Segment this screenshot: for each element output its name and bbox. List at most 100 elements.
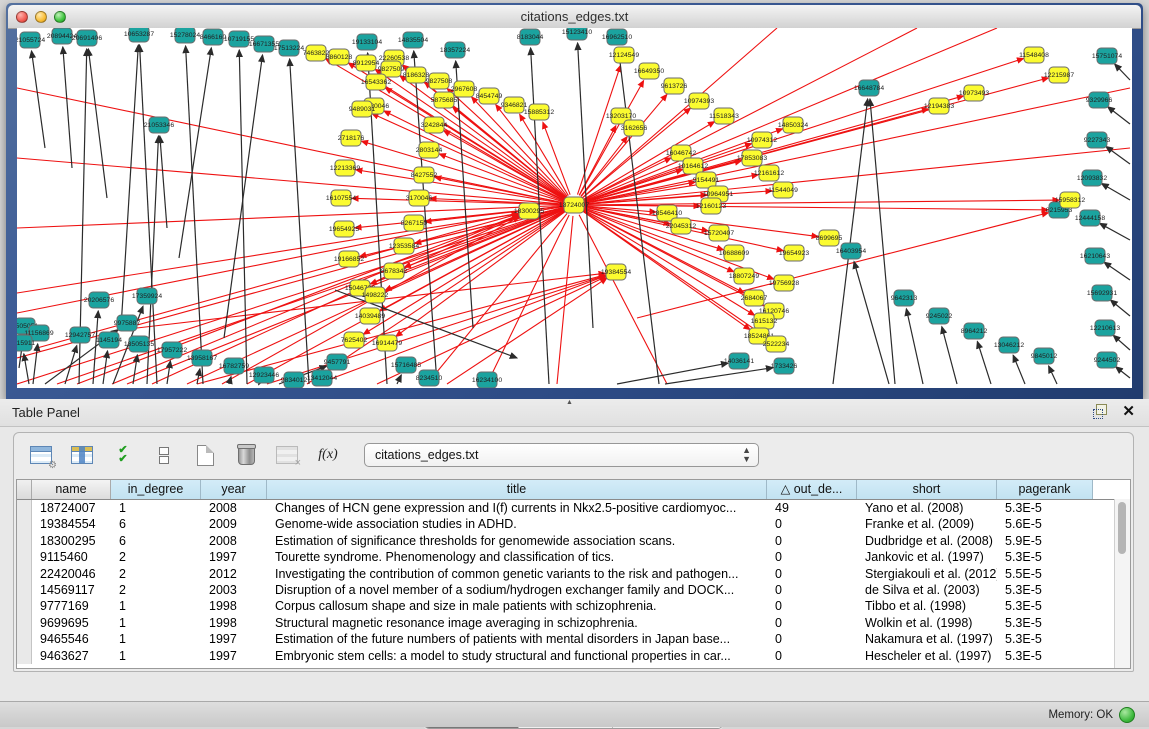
column-header-pagerank[interactable]: pagerank [997, 480, 1093, 499]
select-columns-icon[interactable] [69, 442, 95, 468]
graph-node[interactable]: 12215987 [1044, 67, 1074, 83]
cell-year[interactable]: 2008 [201, 500, 267, 516]
cell-title[interactable]: Estimation of significance thresholds fo… [267, 533, 767, 549]
graph-edge[interactable] [17, 207, 563, 293]
graph-node[interactable]: 21053346 [144, 117, 174, 133]
table-row[interactable]: 911546021997Tourette syndrome. Phenomeno… [17, 549, 1130, 565]
cell-pagerank[interactable]: 5.5E-5 [997, 566, 1093, 582]
cell-name[interactable]: 19384554 [32, 516, 111, 532]
graph-node[interactable]: 7463822 [303, 45, 330, 61]
graph-edge[interactable] [17, 88, 563, 203]
graph-node[interactable]: 15278024 [170, 28, 200, 43]
graph-edge[interactable] [1108, 107, 1130, 124]
graph-edge[interactable] [456, 61, 473, 328]
graph-node[interactable]: 5875685 [431, 92, 458, 108]
graph-node[interactable]: 12353584 [389, 238, 419, 254]
graph-edge[interactable] [1049, 366, 1057, 384]
cell-out_degree[interactable]: 0 [767, 598, 857, 614]
graph-edge[interactable] [439, 154, 563, 201]
cell-pagerank[interactable]: 5.3E-5 [997, 598, 1093, 614]
graph-node[interactable]: 15123410 [562, 28, 592, 40]
new-table-icon[interactable] [192, 442, 218, 468]
graph-node[interactable]: 9845012 [1031, 348, 1058, 364]
graph-node[interactable]: 8186328 [403, 67, 430, 83]
graph-node[interactable]: 18357224 [440, 42, 470, 58]
graph-node[interactable]: 16648784 [854, 80, 884, 96]
graph-node[interactable]: 19133104 [352, 34, 382, 50]
graph-edge[interactable] [870, 99, 895, 384]
network-view[interactable]: 2105572420894424206914061065328715278024… [17, 28, 1132, 388]
cell-short[interactable]: Wolkin et al. (1998) [857, 615, 997, 631]
cell-out_degree[interactable]: 0 [767, 549, 857, 565]
cell-name[interactable]: 18300295 [32, 533, 111, 549]
cell-pagerank[interactable]: 5.3E-5 [997, 648, 1093, 664]
cell-year[interactable]: 1998 [201, 615, 267, 631]
table-row[interactable]: 977716911998Corpus callosum shape and si… [17, 598, 1130, 614]
cell-year[interactable]: 2003 [201, 582, 267, 598]
graph-node[interactable]: 9642313 [891, 290, 918, 306]
table-row[interactable]: 1872400712008Changes of HCN gene express… [17, 500, 1130, 516]
graph-edge[interactable] [1111, 300, 1131, 316]
graph-edge[interactable] [197, 369, 200, 384]
cell-in_degree[interactable]: 1 [111, 598, 201, 614]
graph-edge[interactable] [585, 205, 1048, 210]
graph-node[interactable]: 8466160 [200, 29, 227, 45]
cell-title[interactable]: Genome-wide association studies in ADHD. [267, 516, 767, 532]
cell-in_degree[interactable]: 2 [111, 566, 201, 582]
table-row[interactable]: 946362711997Embryonic stem cells: a mode… [17, 648, 1130, 664]
graph-node[interactable]: 9245022 [926, 308, 953, 324]
graph-node[interactable]: 8267150 [401, 215, 428, 231]
graph-node[interactable]: 10973493 [959, 85, 989, 101]
cell-title[interactable]: Estimation of the future numbers of pati… [267, 631, 767, 647]
graph-edge[interactable] [1113, 335, 1130, 350]
cell-title[interactable]: Embryonic stem cells: a model to study s… [267, 648, 767, 664]
table-row[interactable]: 1938455462009Genome-wide association stu… [17, 516, 1130, 532]
row-options-icon[interactable] [151, 442, 177, 468]
graph-node[interactable]: 16671355 [249, 36, 279, 52]
graph-node[interactable]: 3162656 [621, 120, 648, 136]
graph-edge[interactable] [854, 262, 889, 384]
graph-node[interactable]: 8964212 [961, 323, 988, 339]
graph-node[interactable]: 16107554 [326, 190, 356, 206]
table-settings-icon[interactable]: ⚙ [28, 442, 54, 468]
select-rows-icon[interactable]: ✔✔ [110, 442, 136, 468]
graph-edge[interactable] [186, 46, 203, 384]
table-row[interactable]: 946554611997Estimation of the future num… [17, 631, 1130, 647]
graph-node[interactable]: 9227343 [1084, 132, 1111, 148]
cell-name[interactable]: 9463627 [32, 648, 111, 664]
graph-edge[interactable] [585, 148, 1130, 204]
cell-pagerank[interactable]: 5.3E-5 [997, 549, 1093, 565]
cell-out_degree[interactable]: 0 [767, 631, 857, 647]
scrollbar-thumb[interactable] [1118, 502, 1126, 554]
cell-in_degree[interactable]: 2 [111, 582, 201, 598]
cell-pagerank[interactable]: 5.9E-5 [997, 533, 1093, 549]
graph-node[interactable]: 10719155 [224, 31, 254, 47]
graph-node[interactable]: 12161612 [754, 165, 784, 181]
graph-edge[interactable] [160, 136, 167, 228]
cell-pagerank[interactable]: 5.3E-5 [997, 500, 1093, 516]
cell-out_degree[interactable]: 0 [767, 533, 857, 549]
graph-node[interactable]: 8454749 [476, 88, 503, 104]
split-pane-handle[interactable]: ▲ [566, 399, 573, 406]
cell-year[interactable]: 1997 [201, 648, 267, 664]
cell-in_degree[interactable]: 1 [111, 615, 201, 631]
graph-node[interactable]: 18807249 [729, 268, 759, 284]
graph-edge[interactable] [977, 341, 991, 384]
graph-node[interactable]: 10653287 [124, 28, 154, 42]
graph-node[interactable]: 9834012 [281, 372, 308, 388]
graph-node[interactable]: 14036141 [724, 353, 754, 369]
graph-node[interactable]: 9457791 [324, 354, 351, 370]
cell-year[interactable]: 2012 [201, 566, 267, 582]
graph-node[interactable]: 13046212 [994, 337, 1024, 353]
cell-year[interactable]: 1998 [201, 598, 267, 614]
graph-node[interactable]: 1615132 [751, 313, 778, 329]
graph-node[interactable]: 1145194 [96, 332, 122, 348]
cell-title[interactable]: Structural magnetic resonance image aver… [267, 615, 767, 631]
graph-node[interactable]: 12124549 [609, 47, 639, 63]
graph-node[interactable]: 7625402 [341, 332, 368, 348]
table-row[interactable]: 1830029562008Estimation of significance … [17, 533, 1130, 549]
cell-short[interactable]: Hescheler et al. (1997) [857, 648, 997, 664]
cell-name[interactable]: 9777169 [32, 598, 111, 614]
cell-name[interactable]: 9699695 [32, 615, 111, 631]
graph-edge[interactable] [1100, 223, 1130, 240]
